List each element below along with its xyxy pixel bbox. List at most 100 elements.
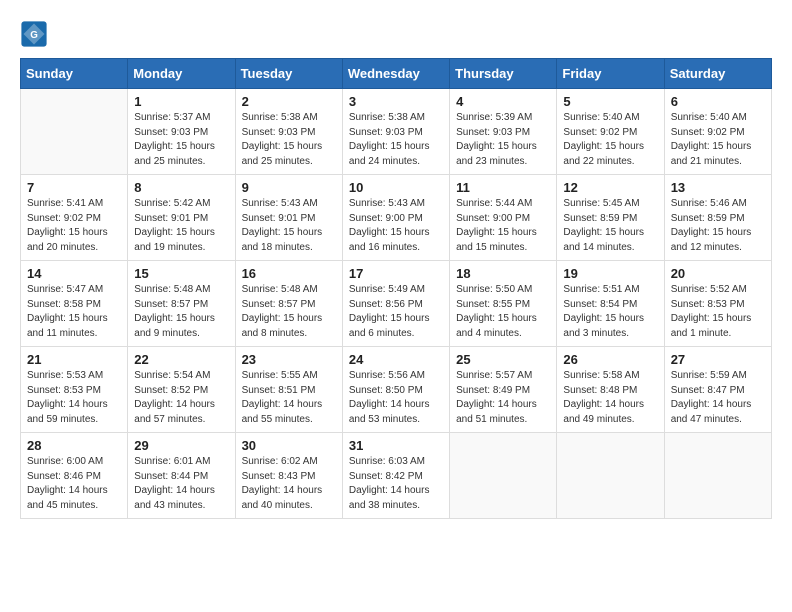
day-number: 8	[134, 180, 228, 195]
calendar-cell: 29Sunrise: 6:01 AMSunset: 8:44 PMDayligh…	[128, 433, 235, 519]
calendar-cell: 17 Sunrise: 5:49 AMSunset: 8:56 PMDayligh…	[342, 261, 449, 347]
sun-info: Sunrise: 5:45 AMSunset: 8:59 PMDaylight:…	[563, 197, 657, 255]
sun-info: Sunrise: 5:55 AMSunset: 8:51 PMDaylight:…	[242, 369, 336, 427]
day-number: 15	[134, 266, 228, 281]
day-number: 28	[27, 438, 121, 453]
sun-info: Sunrise: 5:57 AMSunset: 8:49 PMDaylight:…	[456, 369, 550, 427]
day-number: 30	[242, 438, 336, 453]
day-number: 27	[671, 352, 765, 367]
calendar-cell: 28 Sunrise: 6:00 AMSunset: 8:46 PMDayligh…	[21, 433, 128, 519]
sun-info: Sunrise: 5:42 AMSunset: 9:01 PMDaylight:…	[134, 197, 228, 255]
sun-info: Sunrise: 5:54 AMSunset: 8:52 PMDaylight:…	[134, 369, 228, 427]
sun-info: Sunrise: 5:48 AMSunset: 8:57 PMDaylight:…	[134, 283, 228, 341]
calendar-cell: 8 Sunrise: 5:42 AMSunset: 9:01 PMDaylight…	[128, 175, 235, 261]
calendar-cell: 24 Sunrise: 5:56 AMSunset: 8:50 PMDayligh…	[342, 347, 449, 433]
calendar-cell: 6Sunrise: 5:40 AMSunset: 9:02 PMDaylight…	[664, 89, 771, 175]
day-number: 20	[671, 266, 765, 281]
sun-info: Sunrise: 5:43 AMSunset: 9:01 PMDaylight:…	[242, 197, 336, 255]
day-number: 21	[27, 352, 121, 367]
logo: G	[20, 20, 51, 48]
calendar-cell: 5 Sunrise: 5:40 AMSunset: 9:02 PMDaylight…	[557, 89, 664, 175]
day-number: 26	[563, 352, 657, 367]
calendar-cell: 4 Sunrise: 5:39 AMSunset: 9:03 PMDaylight…	[450, 89, 557, 175]
day-number: 6	[671, 94, 765, 109]
calendar-cell: 21 Sunrise: 5:53 AMSunset: 8:53 PMDayligh…	[21, 347, 128, 433]
day-number: 4	[456, 94, 550, 109]
day-number: 2	[242, 94, 336, 109]
day-number: 5	[563, 94, 657, 109]
weekday-header-thursday: Thursday	[450, 59, 557, 89]
sun-info: Sunrise: 5:38 AMSunset: 9:03 PMDaylight:…	[242, 111, 336, 169]
day-number: 3	[349, 94, 443, 109]
sun-info: Sunrise: 5:47 AMSunset: 8:58 PMDaylight:…	[27, 283, 121, 341]
calendar-cell: 18Sunrise: 5:50 AMSunset: 8:55 PMDayligh…	[450, 261, 557, 347]
calendar-cell: 27 Sunrise: 5:59 AMSunset: 8:47 PMDayligh…	[664, 347, 771, 433]
calendar-cell	[664, 433, 771, 519]
sun-info: Sunrise: 5:49 AMSunset: 8:56 PMDaylight:…	[349, 283, 443, 341]
day-number: 31	[349, 438, 443, 453]
calendar-cell: 26 Sunrise: 5:58 AMSunset: 8:48 PMDayligh…	[557, 347, 664, 433]
day-number: 16	[242, 266, 336, 281]
day-number: 11	[456, 180, 550, 195]
calendar-cell: 7 Sunrise: 5:41 AMSunset: 9:02 PMDaylight…	[21, 175, 128, 261]
sun-info: Sunrise: 5:44 AMSunset: 9:00 PMDaylight:…	[456, 197, 550, 255]
calendar-cell: 20 Sunrise: 5:52 AMSunset: 8:53 PMDayligh…	[664, 261, 771, 347]
sun-info: Sunrise: 6:00 AMSunset: 8:46 PMDaylight:…	[27, 455, 121, 513]
weekday-header-sunday: Sunday	[21, 59, 128, 89]
calendar-cell: 19Sunrise: 5:51 AMSunset: 8:54 PMDayligh…	[557, 261, 664, 347]
day-number: 7	[27, 180, 121, 195]
calendar-cell: 13 Sunrise: 5:46 AMSunset: 8:59 PMDayligh…	[664, 175, 771, 261]
sun-info: Sunrise: 6:02 AMSunset: 8:43 PMDaylight:…	[242, 455, 336, 513]
calendar-cell: 22 Sunrise: 5:54 AMSunset: 8:52 PMDayligh…	[128, 347, 235, 433]
sun-info: Sunrise: 5:40 AMSunset: 9:02 PMDaylight:…	[563, 111, 657, 169]
weekday-header-saturday: Saturday	[664, 59, 771, 89]
sun-info: Sunrise: 5:48 AMSunset: 8:57 PMDaylight:…	[242, 283, 336, 341]
calendar-cell: 9 Sunrise: 5:43 AMSunset: 9:01 PMDaylight…	[235, 175, 342, 261]
calendar-cell: 2 Sunrise: 5:38 AMSunset: 9:03 PMDaylight…	[235, 89, 342, 175]
sun-info: Sunrise: 5:59 AMSunset: 8:47 PMDaylight:…	[671, 369, 765, 427]
day-number: 25	[456, 352, 550, 367]
weekday-header-friday: Friday	[557, 59, 664, 89]
calendar-cell: 15 Sunrise: 5:48 AMSunset: 8:57 PMDayligh…	[128, 261, 235, 347]
day-number: 24	[349, 352, 443, 367]
logo-icon: G	[20, 20, 48, 48]
sun-info: Sunrise: 5:46 AMSunset: 8:59 PMDaylight:…	[671, 197, 765, 255]
sun-info: Sunrise: 5:38 AMSunset: 9:03 PMDaylight:…	[349, 111, 443, 169]
page-header: G	[20, 20, 772, 48]
sun-info: Sunrise: 5:53 AMSunset: 8:53 PMDaylight:…	[27, 369, 121, 427]
calendar-cell: 14 Sunrise: 5:47 AMSunset: 8:58 PMDayligh…	[21, 261, 128, 347]
day-number: 22	[134, 352, 228, 367]
day-number: 10	[349, 180, 443, 195]
day-number: 9	[242, 180, 336, 195]
sun-info: Sunrise: 5:58 AMSunset: 8:48 PMDaylight:…	[563, 369, 657, 427]
calendar-table: SundayMondayTuesdayWednesdayThursdayFrid…	[20, 58, 772, 519]
day-number: 12	[563, 180, 657, 195]
calendar-cell: 10 Sunrise: 5:43 AMSunset: 9:00 PMDayligh…	[342, 175, 449, 261]
calendar-cell: 25 Sunrise: 5:57 AMSunset: 8:49 PMDayligh…	[450, 347, 557, 433]
day-number: 17	[349, 266, 443, 281]
sun-info: Sunrise: 5:41 AMSunset: 9:02 PMDaylight:…	[27, 197, 121, 255]
sun-info: Sunrise: 5:50 AMSunset: 8:55 PMDaylight:…	[456, 283, 550, 341]
calendar-cell: 11 Sunrise: 5:44 AMSunset: 9:00 PMDayligh…	[450, 175, 557, 261]
day-number: 1	[134, 94, 228, 109]
calendar-cell: 1 Sunrise: 5:37 AMSunset: 9:03 PMDaylight…	[128, 89, 235, 175]
svg-text:G: G	[30, 30, 38, 41]
sun-info: Sunrise: 5:43 AMSunset: 9:00 PMDaylight:…	[349, 197, 443, 255]
calendar-cell	[450, 433, 557, 519]
calendar-cell	[557, 433, 664, 519]
sun-info: Sunrise: 6:03 AMSunset: 8:42 PMDaylight:…	[349, 455, 443, 513]
day-number: 13	[671, 180, 765, 195]
calendar-cell: 30 Sunrise: 6:02 AMSunset: 8:43 PMDayligh…	[235, 433, 342, 519]
day-number: 29	[134, 438, 228, 453]
sun-info: Sunrise: 5:39 AMSunset: 9:03 PMDaylight:…	[456, 111, 550, 169]
day-number: 23	[242, 352, 336, 367]
weekday-header-wednesday: Wednesday	[342, 59, 449, 89]
calendar-cell	[21, 89, 128, 175]
calendar-cell: 16 Sunrise: 5:48 AMSunset: 8:57 PMDayligh…	[235, 261, 342, 347]
weekday-header-monday: Monday	[128, 59, 235, 89]
sun-info: Sunrise: 5:37 AMSunset: 9:03 PMDaylight:…	[134, 111, 228, 169]
day-number: 14	[27, 266, 121, 281]
sun-info: Sunrise: 5:52 AMSunset: 8:53 PMDaylight:…	[671, 283, 765, 341]
sun-info: Sunrise: 5:56 AMSunset: 8:50 PMDaylight:…	[349, 369, 443, 427]
calendar-cell: 3 Sunrise: 5:38 AMSunset: 9:03 PMDaylight…	[342, 89, 449, 175]
